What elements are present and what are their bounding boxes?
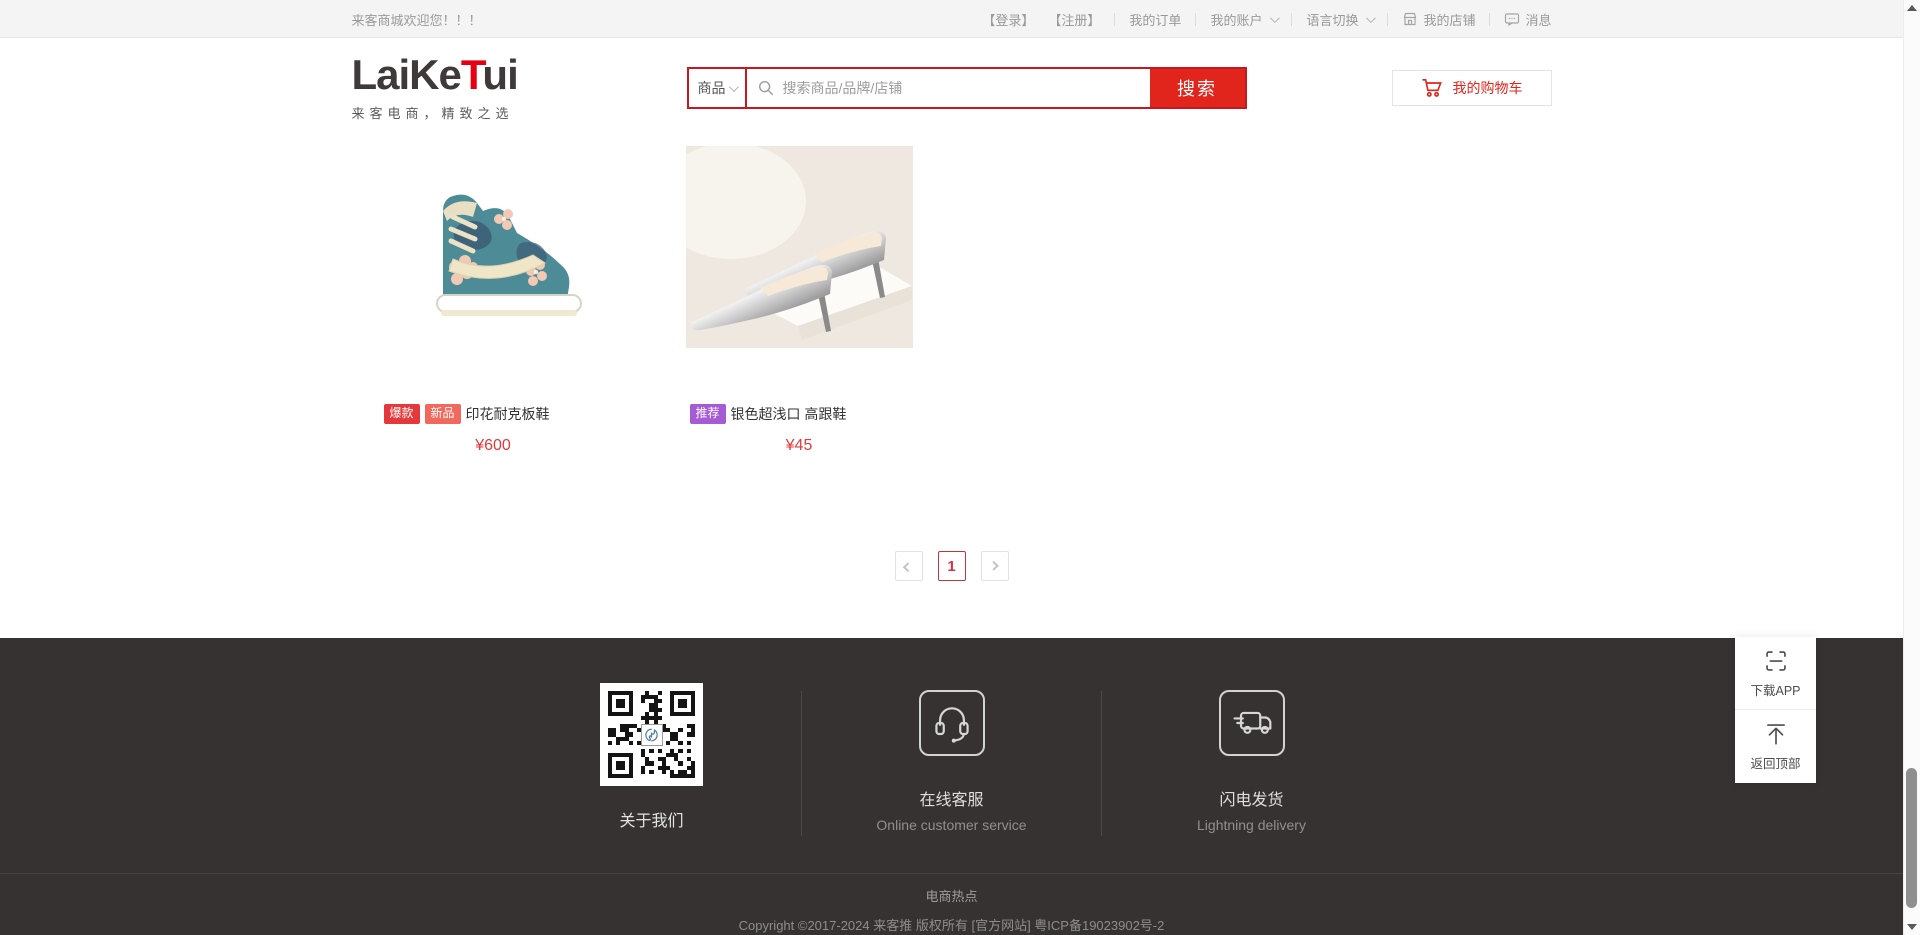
- product-title[interactable]: 印花耐克板鞋: [466, 404, 550, 424]
- messages-link[interactable]: 消息: [1504, 10, 1551, 29]
- divider: [1387, 13, 1388, 26]
- logo-text: LaiKeTui: [352, 54, 542, 96]
- chevron-down-icon: [728, 82, 738, 92]
- chevron-down-icon: [1366, 13, 1376, 23]
- chevron-right-icon: [989, 560, 999, 570]
- footer-about-column: 〄 关于我们: [502, 683, 802, 833]
- register-link[interactable]: 【注册】: [1048, 10, 1100, 29]
- shop-icon: [1402, 11, 1418, 27]
- scrollbar-thumb[interactable]: [1906, 768, 1917, 908]
- footer-bottom: 电商热点 Copyright ©2017-2024 来客推 版权所有 [官方网站…: [0, 873, 1903, 934]
- search-input[interactable]: [783, 80, 1140, 96]
- scrollbar-up-arrow[interactable]: [1907, 5, 1917, 11]
- product-image-floral-sneaker: [380, 146, 607, 348]
- product-price: ¥600: [380, 437, 607, 455]
- divider: [1489, 13, 1490, 26]
- service-title: 在线客服: [919, 786, 983, 810]
- qr-center-logo: 〄: [641, 724, 663, 746]
- badge-hot: 爆款: [384, 404, 420, 424]
- login-link[interactable]: 【登录】: [982, 10, 1034, 29]
- badge-recommend: 推荐: [690, 404, 726, 424]
- footer-delivery-column: 闪电发货 Lightning delivery: [1102, 683, 1402, 833]
- pagination-prev-button[interactable]: [895, 551, 923, 581]
- search-bar: 商品 搜索: [687, 67, 1247, 109]
- truck-icon: [1219, 690, 1285, 756]
- headset-icon: [919, 690, 985, 756]
- download-app-button[interactable]: 下载APP: [1735, 637, 1816, 710]
- product-price: ¥45: [686, 437, 913, 455]
- pagination-page-1[interactable]: 1: [938, 551, 966, 581]
- my-account-link[interactable]: 我的账户: [1210, 10, 1277, 29]
- divider: [1114, 13, 1115, 26]
- footer-services: 〄 关于我们 在线客服 Online customer service: [502, 638, 1402, 833]
- footer: 〄 关于我们 在线客服 Online customer service: [0, 638, 1903, 935]
- chevron-down-icon: [1270, 13, 1280, 23]
- search-icon: [757, 79, 775, 97]
- footer-service-column: 在线客服 Online customer service: [802, 683, 1102, 833]
- service-title: 闪电发货: [1219, 786, 1283, 810]
- header: LaiKeTui 来客电商，精致之选 商品 搜索 我的购物车: [0, 38, 1903, 138]
- qr-finder-icon: [608, 691, 633, 716]
- back-to-top-label: 返回顶部: [1750, 753, 1800, 772]
- divider: [1291, 13, 1292, 26]
- qr-code: 〄: [600, 683, 703, 786]
- my-shop-link[interactable]: 我的店铺: [1402, 10, 1475, 29]
- product-grid: 爆款 新品 印花耐克板鞋 ¥600: [352, 138, 1552, 455]
- hotspot-link[interactable]: 电商热点: [925, 874, 977, 905]
- product-list-section: 爆款 新品 印花耐克板鞋 ¥600: [0, 138, 1903, 638]
- message-icon: [1504, 11, 1520, 27]
- pagination-next-button[interactable]: [981, 551, 1009, 581]
- product-title[interactable]: 银色超浅口 高跟鞋: [731, 404, 847, 424]
- topbar-menu: 【登录】 【注册】 我的订单 我的账户 语言切换 我的店铺: [982, 10, 1551, 29]
- copyright-text: Copyright ©2017-2024 来客推 版权所有 [官方网站] 粤IC…: [0, 915, 1903, 934]
- cart-button[interactable]: 我的购物车: [1392, 70, 1552, 106]
- arrow-up-icon: [1763, 721, 1789, 747]
- about-us-link[interactable]: 关于我们: [619, 807, 683, 831]
- search-field-wrap: [747, 69, 1150, 107]
- search-category-select[interactable]: 商品: [689, 69, 747, 107]
- product-card[interactable]: 推荐 银色超浅口 高跟鞋 ¥45: [686, 146, 913, 455]
- cart-label: 我的购物车: [1453, 78, 1523, 98]
- product-card[interactable]: 爆款 新品 印花耐克板鞋 ¥600: [380, 146, 607, 455]
- cart-icon: [1421, 78, 1443, 98]
- product-title-row: 推荐 银色超浅口 高跟鞋: [686, 404, 913, 424]
- floating-panel: 下载APP 返回顶部: [1735, 637, 1816, 783]
- scrollbar-down-arrow[interactable]: [1907, 924, 1917, 930]
- service-subtitle: Lightning delivery: [1197, 817, 1306, 833]
- divider: [1195, 13, 1196, 26]
- product-image-silver-heels: [686, 146, 913, 348]
- search-button[interactable]: 搜索: [1150, 69, 1245, 107]
- badge-new: 新品: [425, 404, 461, 424]
- welcome-text: 来客商城欢迎您！！！: [352, 10, 482, 29]
- topbar: 来客商城欢迎您！！！ 【登录】 【注册】 我的订单 我的账户 语言切换 我的店铺: [0, 0, 1903, 38]
- qr-finder-icon: [670, 691, 695, 716]
- chevron-left-icon: [903, 562, 913, 572]
- back-to-top-button[interactable]: 返回顶部: [1735, 710, 1816, 783]
- service-subtitle: Online customer service: [876, 817, 1026, 833]
- site-logo[interactable]: LaiKeTui 来客电商，精致之选: [352, 54, 542, 122]
- download-app-label: 下载APP: [1750, 680, 1800, 699]
- qr-scan-icon: [1763, 648, 1789, 674]
- pagination: 1: [352, 551, 1552, 581]
- logo-slogan: 来客电商，精致之选: [352, 103, 542, 122]
- scrollbar[interactable]: [1903, 0, 1920, 935]
- my-orders-link[interactable]: 我的订单: [1129, 10, 1181, 29]
- page: 来客商城欢迎您！！！ 【登录】 【注册】 我的订单 我的账户 语言切换 我的店铺: [0, 0, 1903, 935]
- language-switch-link[interactable]: 语言切换: [1306, 10, 1373, 29]
- qr-finder-icon: [608, 753, 633, 778]
- product-title-row: 爆款 新品 印花耐克板鞋: [380, 404, 607, 424]
